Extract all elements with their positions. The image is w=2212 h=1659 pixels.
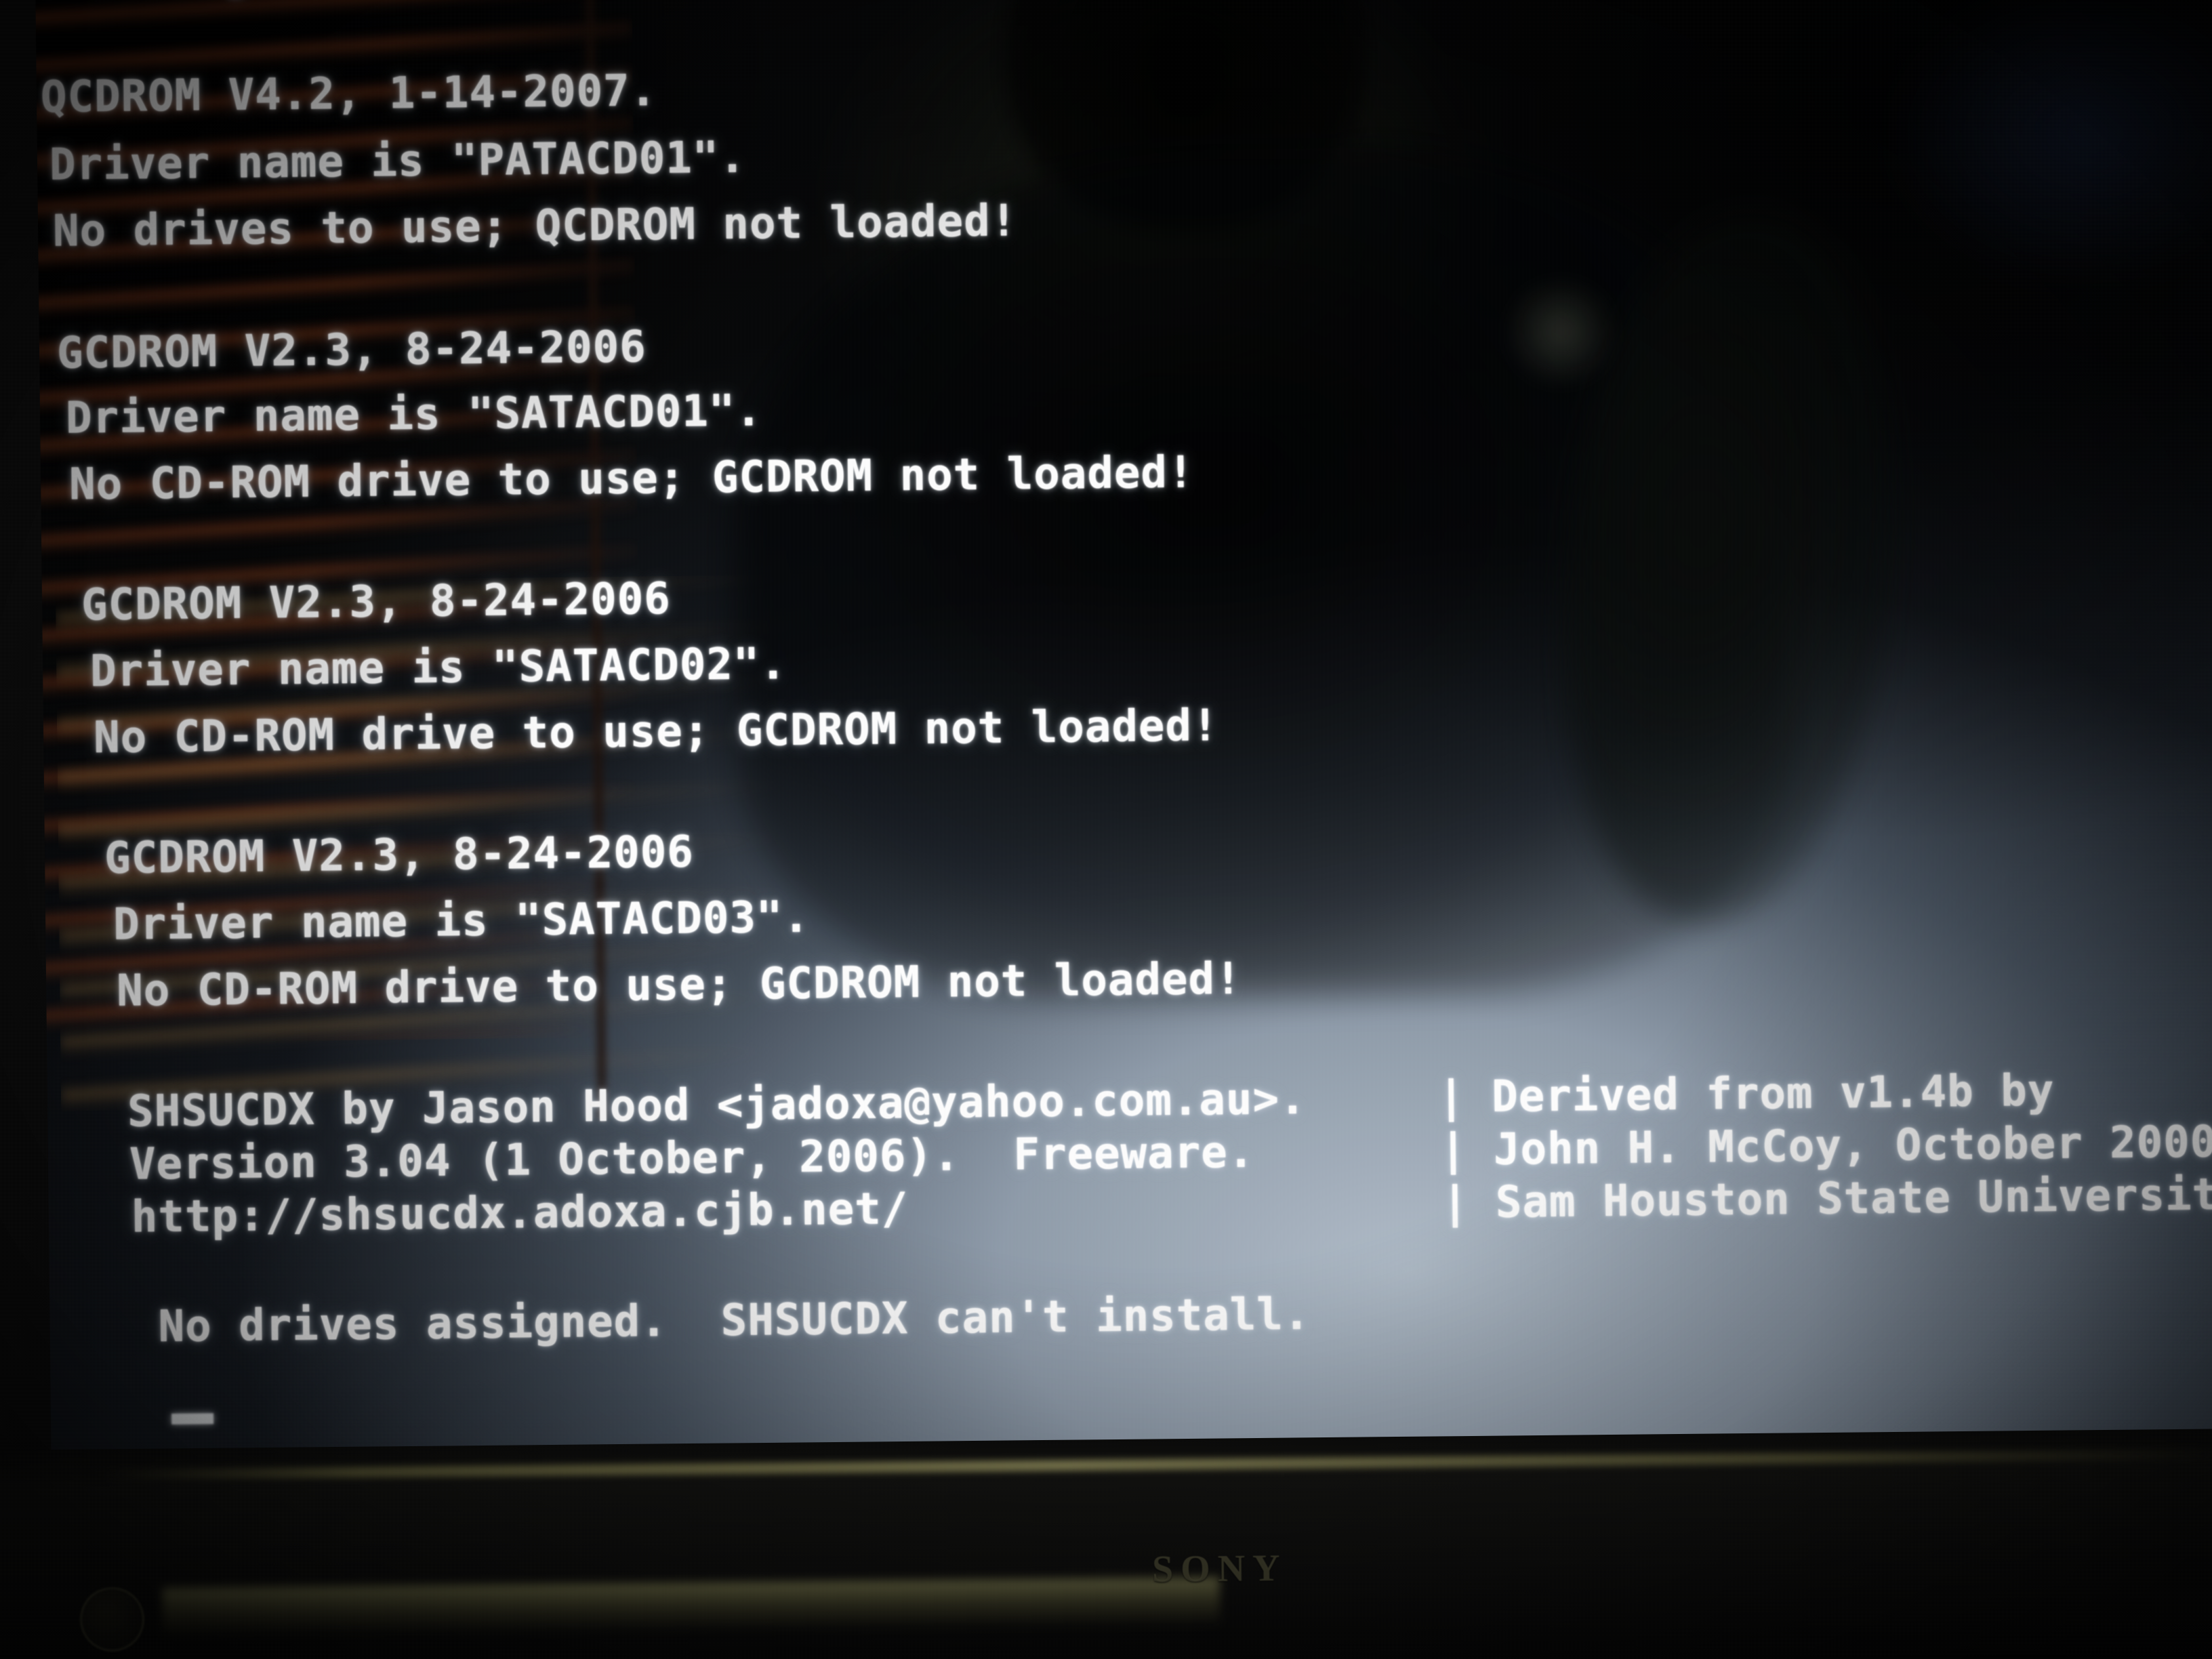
dos-console-output: Starting MS-DOS 7.1... QCDROM V4.2, 1-14… (35, 0, 2212, 1464)
shsucdx-left-line-2: Version 3.04 (1 October, 2006). Freeware… (129, 1127, 1255, 1190)
power-button[interactable] (80, 1587, 144, 1652)
gcdrom3-line-2: Driver name is "SATACD03". (112, 892, 811, 950)
laptop-photo: Starting MS-DOS 7.1... QCDROM V4.2, 1-14… (0, 0, 2212, 1659)
sony-brand-logo: SONY (1151, 1547, 1288, 1591)
gcdrom3-line-3: No CD-ROM drive to use; GCDROM not loade… (116, 954, 1242, 1017)
gcdrom1-line-1: GCDROM V2.3, 8-24-2006 (56, 322, 647, 379)
gcdrom2-line-3: No CD-ROM drive to use; GCDROM not loade… (93, 701, 1219, 764)
lcd-screen: Starting MS-DOS 7.1... QCDROM V4.2, 1-14… (35, 0, 2212, 1464)
dos-cursor (171, 1413, 214, 1425)
gcdrom2-line-1: GCDROM V2.3, 8-24-2006 (81, 573, 672, 631)
qcdrom-line-3: No drives to use; QCDROM not loaded! (52, 196, 1018, 257)
shsucdx-status-line: No drives assigned. SHSUCDX can't instal… (158, 1289, 1311, 1353)
qcdrom-line-2: Driver name is "PATACD01". (49, 132, 747, 190)
shsucdx-left-line-1: SHSUCDX by Jason Hood <jadoxa@yahoo.com.… (127, 1073, 1307, 1137)
gcdrom3-line-1: GCDROM V2.3, 8-24-2006 (104, 827, 695, 884)
shsucdx-right-line-1: | Derived from v1.4b by (1437, 1065, 2055, 1123)
shsucdx-right-line-2: | John H. McCoy, October 2000, (1439, 1116, 2212, 1176)
shsucdx-right-line-3: | Sam Houston State University. (1441, 1169, 2212, 1229)
qcdrom-line-1: QCDROM V4.2, 1-14-2007. (40, 66, 657, 123)
shsucdx-left-line-3: http://shsucdx.adoxa.cjb.net/ (131, 1184, 909, 1243)
gcdrom2-line-2: Driver name is "SATACD02". (89, 639, 787, 697)
gcdrom1-line-3: No CD-ROM drive to use; GCDROM not loade… (68, 447, 1195, 510)
gcdrom1-line-2: Driver name is "SATACD01". (65, 386, 763, 444)
